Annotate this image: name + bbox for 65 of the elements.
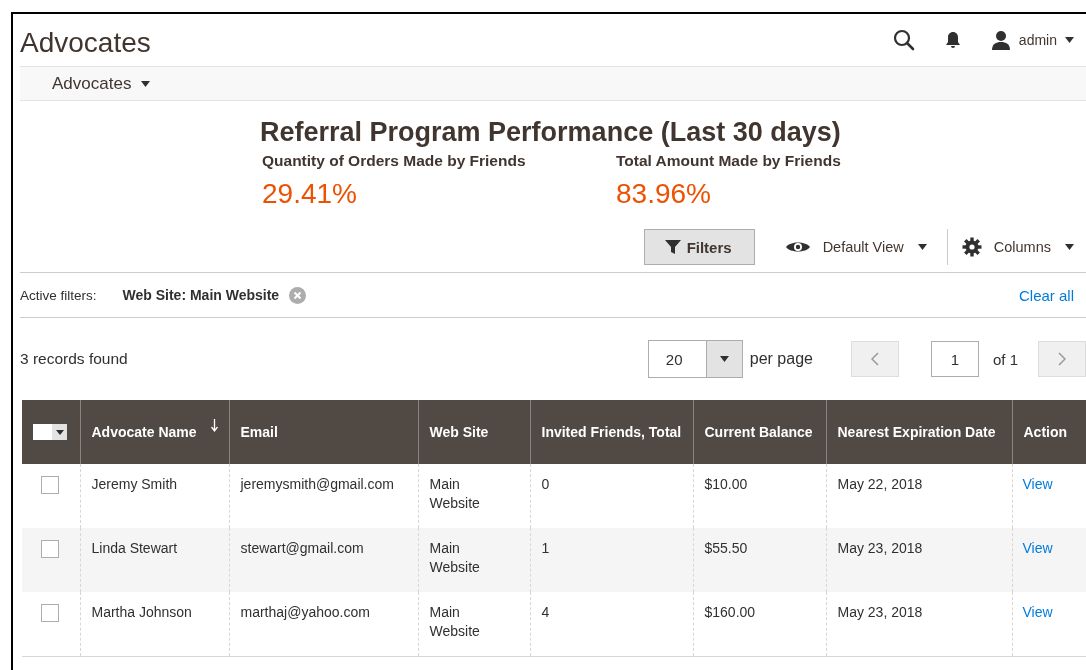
- stat-value: 29.41%: [262, 178, 358, 210]
- stat-value: 83.96%: [616, 178, 712, 210]
- gear-icon: [961, 237, 982, 257]
- caret-icon: [917, 244, 927, 250]
- page-number-field[interactable]: 1: [930, 341, 979, 377]
- next-page-button[interactable]: [1038, 341, 1086, 377]
- page-title: Advocates: [20, 26, 151, 59]
- table-cell: Martha Johnson: [91, 604, 192, 620]
- row-checkbox[interactable]: [41, 476, 59, 494]
- table-cell: Linda Stewart: [91, 540, 178, 556]
- filter-chip-label: Web Site: Main Website: [122, 287, 280, 303]
- column-header[interactable]: Web Site: [429, 424, 489, 440]
- table-cell: $10.00: [704, 476, 748, 492]
- table-cell: 0: [541, 476, 550, 492]
- funnel-icon: [664, 239, 681, 255]
- clear-all-link[interactable]: Clear all: [1018, 286, 1074, 304]
- table-cell: 4: [541, 604, 550, 620]
- column-header[interactable]: Advocate Name: [91, 424, 197, 440]
- table-cell-text: Main Website: [429, 603, 481, 641]
- view-link[interactable]: View: [1022, 604, 1053, 620]
- table-cell: 1: [541, 540, 550, 556]
- table-cell-text: Main Website: [429, 475, 481, 513]
- stat-label: Total Amount Made by Friends: [616, 152, 841, 170]
- filters-button[interactable]: Filters: [643, 229, 755, 265]
- bell-icon[interactable]: [944, 31, 961, 49]
- view-link[interactable]: View: [1022, 476, 1053, 492]
- caret-icon: [719, 356, 729, 362]
- search-icon[interactable]: [892, 29, 915, 51]
- table-cell: Jeremy Smith: [91, 476, 178, 492]
- table-cell: stewart@gmail.com: [240, 540, 364, 556]
- user-icon: [990, 30, 1011, 50]
- active-filters-label: Active filters:: [20, 287, 97, 303]
- table-cell-text: Main Website: [429, 539, 481, 577]
- caret-icon: [141, 80, 151, 87]
- stat-label: Quantity of Orders Made by Friends: [262, 152, 527, 170]
- eye-icon: [784, 240, 811, 254]
- row-checkbox[interactable]: [41, 540, 59, 558]
- previous-page-button[interactable]: [850, 341, 899, 377]
- column-header[interactable]: Action: [1023, 424, 1068, 440]
- advocates-menu[interactable]: Advocates: [52, 73, 151, 94]
- view-link[interactable]: View: [1022, 540, 1053, 556]
- table-cell: $55.50: [704, 540, 748, 556]
- performance-title: Referral Program Performance (Last 30 days): [260, 117, 842, 148]
- table-cell: May 22, 2018: [837, 476, 923, 492]
- chevron-left-icon: [870, 352, 879, 366]
- per-page-label: per page: [749, 350, 813, 368]
- table-cell: May 23, 2018: [837, 540, 923, 556]
- row-checkbox[interactable]: [41, 604, 59, 622]
- page-total-label: of 1: [992, 350, 1018, 368]
- table-cell: jeremysmith@gmail.com: [240, 476, 394, 492]
- caret-icon: [1065, 37, 1074, 43]
- table-cell: marthaj@yahoo.com: [240, 604, 370, 620]
- mass-select-dropdown[interactable]: [33, 424, 67, 440]
- table-cell: May 23, 2018: [837, 604, 923, 620]
- user-menu[interactable]: admin: [990, 30, 1074, 50]
- remove-filter-icon[interactable]: [289, 286, 307, 304]
- page-size-select[interactable]: 20: [647, 340, 743, 378]
- chevron-right-icon: [1058, 352, 1066, 366]
- caret-icon: [1065, 244, 1074, 250]
- column-header[interactable]: Email: [240, 424, 278, 440]
- table-cell: $160.00: [704, 604, 756, 620]
- caret-icon: [55, 429, 64, 435]
- columns-dropdown[interactable]: Columns: [961, 237, 1074, 257]
- records-count: 3 records found: [20, 350, 128, 368]
- view-dropdown[interactable]: Default View: [784, 239, 927, 255]
